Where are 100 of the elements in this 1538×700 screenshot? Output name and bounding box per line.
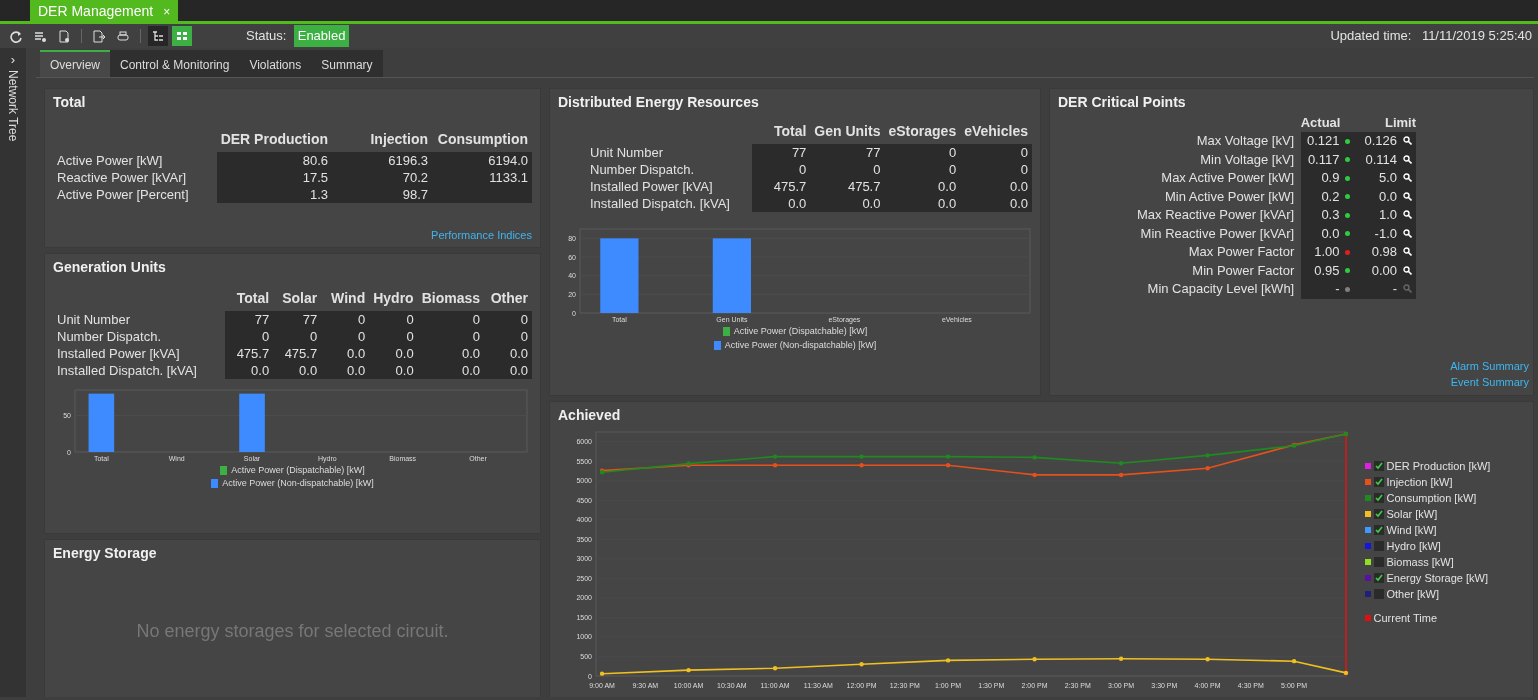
panel-title: Achieved xyxy=(558,406,622,425)
updated-label: Updated time: xyxy=(1330,27,1412,46)
table-cell: 0.0 xyxy=(884,178,961,195)
search-icon[interactable] xyxy=(1403,228,1412,238)
search-icon[interactable] xyxy=(1403,265,1412,275)
checkbox[interactable] xyxy=(1373,477,1384,487)
table-cell: 0.00 xyxy=(1371,262,1397,278)
search-icon[interactable] xyxy=(1403,173,1412,183)
column-header: eStorages xyxy=(887,122,958,141)
checkbox[interactable] xyxy=(1373,525,1384,535)
grid-icon xyxy=(175,29,189,43)
column-header: Limit xyxy=(1383,114,1416,132)
table-cell: 1133.1 xyxy=(432,169,532,186)
column-header: eVehicles xyxy=(963,122,1029,141)
table-cell: 0.9 xyxy=(1321,170,1340,185)
row-label: Max Power Factor xyxy=(1187,243,1296,261)
row-label: Unit Number xyxy=(589,144,664,161)
legend-swatch xyxy=(211,479,219,489)
table-cell: -1.0 xyxy=(1374,225,1397,241)
expand-toggle[interactable]: › xyxy=(10,50,16,70)
summary-link[interactable]: Event Summary xyxy=(1450,375,1529,388)
tab[interactable]: Overview xyxy=(40,50,110,77)
table-cell: 0.0 xyxy=(484,345,532,362)
table-cell: 0.0 xyxy=(321,345,370,362)
search-icon[interactable] xyxy=(1403,247,1412,257)
legend-label: Active Power (Dispatchable) [kW] xyxy=(231,464,365,475)
checkbox[interactable] xyxy=(1373,589,1384,599)
checkbox[interactable] xyxy=(1373,557,1384,567)
table-cell: 77 xyxy=(752,144,811,161)
table-cell: 475.7 xyxy=(752,178,811,195)
window-title: DER Management xyxy=(38,2,154,21)
row-label: Min Capacity Level [kWh] xyxy=(1146,280,1296,298)
checkbox[interactable] xyxy=(1373,493,1384,503)
table-cell: 0 xyxy=(225,328,274,345)
side-panel-label[interactable]: Network Tree xyxy=(4,69,22,141)
legend-label: Hydro [kW] xyxy=(1386,538,1441,554)
tab[interactable]: Control & Monitoring xyxy=(110,50,240,77)
printer-icon xyxy=(116,29,130,43)
column-header: Injection xyxy=(369,130,429,149)
table-cell: 0.0 xyxy=(484,362,532,379)
checkbox[interactable] xyxy=(1373,573,1384,583)
table-cell: 0.0 xyxy=(1321,225,1340,241)
column-header: Gen Units xyxy=(813,122,882,141)
tree-icon xyxy=(151,29,165,43)
table-cell: 1.3 xyxy=(216,186,332,203)
table-cell: 70.2 xyxy=(332,169,432,186)
performance-indices-link[interactable]: Performance Indices xyxy=(431,228,532,241)
column-header: Other xyxy=(489,289,529,308)
table-cell: 0.0 xyxy=(810,195,885,212)
row-label: Min Voltage [kV] xyxy=(1199,150,1296,169)
table-cell: 0.114 xyxy=(1365,151,1397,167)
legend-label: Other [kW] xyxy=(1386,586,1440,602)
search-icon[interactable] xyxy=(1403,210,1412,220)
table-cell: 0.0 xyxy=(752,195,811,212)
refresh-icon xyxy=(9,29,23,43)
tab[interactable]: Summary xyxy=(311,50,383,77)
table-cell: 0 xyxy=(369,328,418,345)
checkbox[interactable] xyxy=(1373,509,1384,519)
row-label: Installed Power [kVA] xyxy=(589,178,714,195)
row-label: Min Power Factor xyxy=(1191,261,1296,280)
legend-label: Solar [kW] xyxy=(1386,506,1438,522)
panel-title: Distributed Energy Resources xyxy=(558,93,760,112)
table-cell: 6196.3 xyxy=(332,152,432,169)
column-header: Wind xyxy=(330,289,367,308)
table-cell: 0 xyxy=(321,311,370,328)
table-cell: 0 xyxy=(960,161,1032,178)
table-cell: - xyxy=(1335,281,1340,296)
table-cell: 77 xyxy=(810,144,885,161)
search-icon[interactable] xyxy=(1403,136,1412,146)
table-cell: 0.0 xyxy=(960,195,1032,212)
row-label: Active Power [kW] xyxy=(56,152,164,169)
summary-link[interactable]: Alarm Summary xyxy=(1450,359,1529,372)
search-icon[interactable] xyxy=(1403,154,1412,164)
legend-label: Consumption [kW] xyxy=(1386,490,1477,506)
table-cell: 5.0 xyxy=(1378,170,1397,185)
checkbox[interactable] xyxy=(1373,541,1384,551)
table-cell: 0 xyxy=(884,161,961,178)
tab[interactable]: Violations xyxy=(239,50,312,77)
table-cell: 0.126 xyxy=(1364,133,1397,148)
table-cell: 77 xyxy=(273,311,322,328)
column-header: Total xyxy=(772,122,808,141)
table-cell: 77 xyxy=(225,311,274,328)
table-cell: 0.2 xyxy=(1321,188,1340,204)
table-cell: 0 xyxy=(484,311,532,328)
checkbox[interactable] xyxy=(1373,461,1384,471)
table-cell: 0.0 xyxy=(1378,188,1397,204)
table-cell: 0 xyxy=(884,144,961,161)
panel-title: Energy Storage xyxy=(53,544,158,563)
legend-label: Current Time xyxy=(1373,610,1438,626)
legend-label: Biomass [kW] xyxy=(1386,554,1454,570)
search-icon[interactable] xyxy=(1403,191,1412,201)
table-cell: 0.3 xyxy=(1321,207,1340,222)
table-cell: 0 xyxy=(810,161,885,178)
toolbar-button[interactable] xyxy=(148,26,168,46)
column-header: DER Production xyxy=(219,130,329,149)
bar xyxy=(88,393,115,452)
table-cell: 0 xyxy=(417,328,484,345)
table-cell: 0 xyxy=(321,328,370,345)
table-cell: 0.0 xyxy=(369,345,418,362)
export-icon xyxy=(92,29,106,43)
